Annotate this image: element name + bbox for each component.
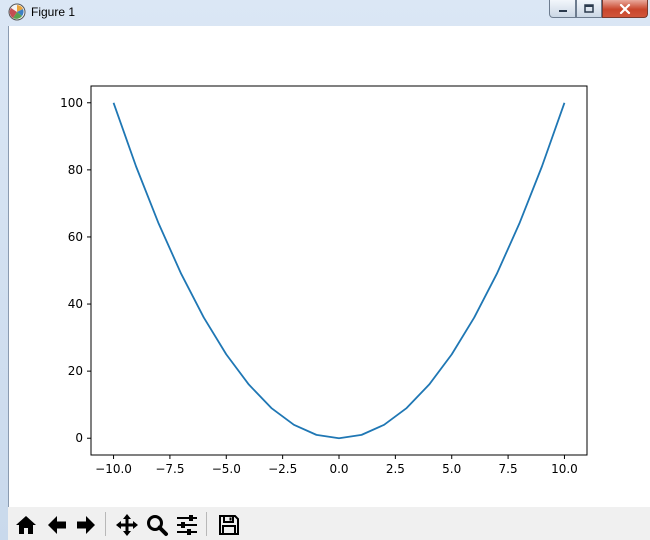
window-title: Figure 1 <box>31 5 76 19</box>
x-tick-label: −7.5 <box>155 462 184 476</box>
magnifier-icon <box>147 515 168 536</box>
y-tick-label: 60 <box>68 230 83 244</box>
x-tick-label: 2.5 <box>386 462 405 476</box>
toolbar-separator <box>105 512 106 536</box>
minimize-button[interactable] <box>549 0 576 18</box>
y-tick-label: 80 <box>68 163 83 177</box>
x-tick-label: 5.0 <box>442 462 461 476</box>
save-button[interactable] <box>215 511 243 539</box>
close-icon <box>619 3 631 14</box>
configure-subplots-button[interactable] <box>173 511 201 539</box>
y-tick-label: 20 <box>68 364 83 378</box>
series-line-0 <box>112 102 566 440</box>
x-tick-label: −5.0 <box>212 462 241 476</box>
maximize-icon <box>584 4 594 13</box>
arrow-left-icon <box>48 516 66 534</box>
maximize-button[interactable] <box>576 0 602 18</box>
figure-window: Figure 1 −10.0 −7.5 −5.0 −2.5 0.0 2.5 5.0 7.5 10… <box>0 0 650 540</box>
sliders-icon <box>177 515 197 535</box>
close-button[interactable] <box>602 0 648 18</box>
x-tick-label: 7.5 <box>499 462 518 476</box>
zoom-button[interactable] <box>143 511 171 539</box>
y-tick-label: 40 <box>68 297 83 311</box>
matplotlib-app-icon <box>8 3 26 21</box>
figure-canvas[interactable]: −10.0 −7.5 −5.0 −2.5 0.0 2.5 5.0 7.5 10.0 0 20 40 60… <box>8 26 650 540</box>
back-button[interactable] <box>43 511 71 539</box>
minimize-icon <box>558 9 567 12</box>
floppy-disk-icon <box>219 515 239 535</box>
x-tick-label: 0.0 <box>329 462 348 476</box>
move-icon <box>116 514 138 536</box>
x-tick-label: 10.0 <box>551 462 578 476</box>
y-tick-label: 0 <box>75 431 83 445</box>
home-icon <box>16 516 36 534</box>
y-tick-label: 100 <box>60 96 83 110</box>
navigation-toolbar <box>8 507 650 540</box>
pan-button[interactable] <box>113 511 141 539</box>
title-bar[interactable]: Figure 1 <box>0 0 650 26</box>
arrow-right-icon <box>77 516 95 534</box>
forward-button[interactable] <box>72 511 100 539</box>
toolbar-separator <box>206 512 207 536</box>
axes-frame <box>90 85 588 456</box>
plot-area: −10.0 −7.5 −5.0 −2.5 0.0 2.5 5.0 7.5 10.0 0 20 40 60… <box>60 85 588 476</box>
x-tick-label: −2.5 <box>268 462 297 476</box>
home-button[interactable] <box>12 511 40 539</box>
x-tick-label: −10.0 <box>95 462 132 476</box>
